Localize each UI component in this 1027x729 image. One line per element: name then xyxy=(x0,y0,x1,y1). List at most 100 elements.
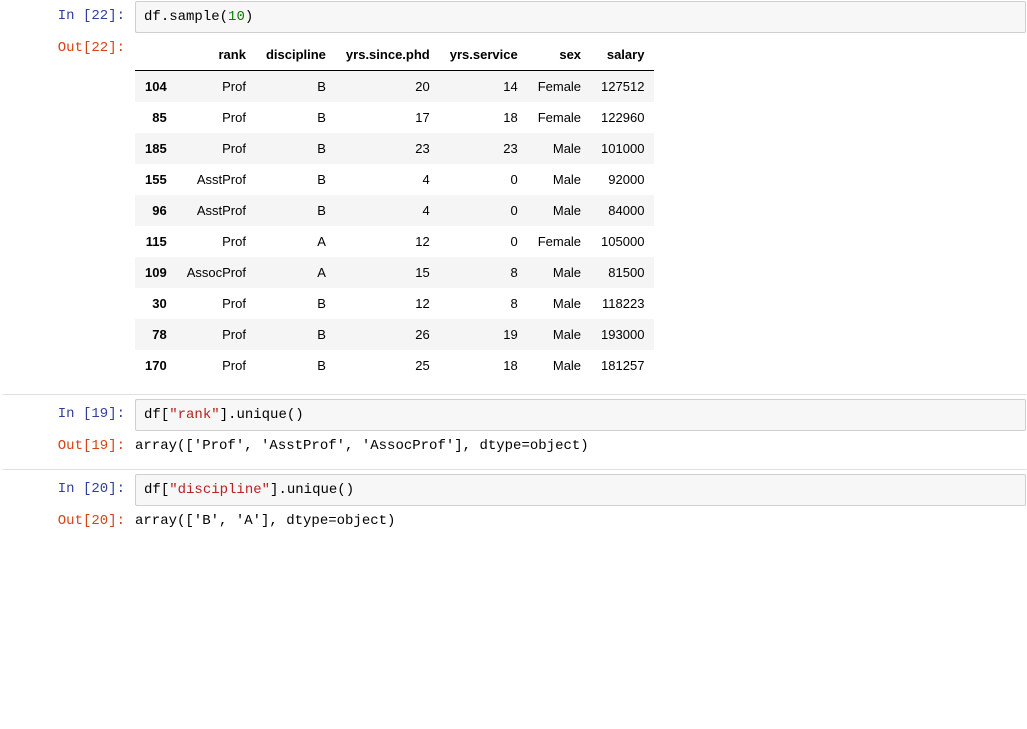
table-cell: 0 xyxy=(440,195,528,226)
table-cell: 18 xyxy=(440,102,528,133)
table-cell: Female xyxy=(528,226,591,257)
table-row: 78ProfB2619Male193000 xyxy=(135,319,654,350)
table-cell: A xyxy=(256,226,336,257)
code-token: df xyxy=(144,407,161,423)
row-index: 155 xyxy=(135,164,177,195)
row-index: 109 xyxy=(135,257,177,288)
row-index: 104 xyxy=(135,71,177,103)
column-header: yrs.service xyxy=(440,39,528,71)
code-token: ( xyxy=(220,9,228,25)
row-index: 30 xyxy=(135,288,177,319)
input-row: In [19]: df["rank"].unique() xyxy=(5,399,1026,431)
table-cell: 81500 xyxy=(591,257,654,288)
row-index: 96 xyxy=(135,195,177,226)
table-cell: Prof xyxy=(177,133,256,164)
code-token: [ xyxy=(161,407,169,423)
notebook-cell: In [19]: df["rank"].unique() Out[19]: ar… xyxy=(0,394,1027,462)
table-cell: Prof xyxy=(177,71,256,103)
table-cell: 8 xyxy=(440,257,528,288)
table-cell: B xyxy=(256,71,336,103)
table-row: 115ProfA120Female105000 xyxy=(135,226,654,257)
table-cell: Male xyxy=(528,133,591,164)
table-cell: B xyxy=(256,102,336,133)
table-cell: 4 xyxy=(336,164,440,195)
table-row: 104ProfB2014Female127512 xyxy=(135,71,654,103)
table-cell: AssocProf xyxy=(177,257,256,288)
table-row: 96AsstProfB40Male84000 xyxy=(135,195,654,226)
input-row: In [22]: df.sample(10) xyxy=(5,1,1026,33)
table-cell: 122960 xyxy=(591,102,654,133)
table-cell: 84000 xyxy=(591,195,654,226)
code-input[interactable]: df.sample(10) xyxy=(135,1,1026,33)
table-cell: Male xyxy=(528,350,591,381)
table-row: 30ProfB128Male118223 xyxy=(135,288,654,319)
row-index: 170 xyxy=(135,350,177,381)
code-token: unique xyxy=(236,407,286,423)
table-corner xyxy=(135,39,177,71)
table-cell: 14 xyxy=(440,71,528,103)
text-output: array(['B', 'A'], dtype=object) xyxy=(135,506,1026,536)
code-token: ] xyxy=(220,407,228,423)
table-cell: Male xyxy=(528,288,591,319)
code-token: df xyxy=(144,9,161,25)
table-cell: 15 xyxy=(336,257,440,288)
table-cell: 23 xyxy=(440,133,528,164)
table-cell: B xyxy=(256,164,336,195)
column-header: yrs.since.phd xyxy=(336,39,440,71)
code-token: ) xyxy=(245,9,253,25)
code-token: . xyxy=(161,9,169,25)
table-cell: 181257 xyxy=(591,350,654,381)
table-row: 109AssocProfA158Male81500 xyxy=(135,257,654,288)
code-token: sample xyxy=(169,9,219,25)
table-cell: Male xyxy=(528,195,591,226)
table-cell: 12 xyxy=(336,226,440,257)
column-header: salary xyxy=(591,39,654,71)
table-cell: 8 xyxy=(440,288,528,319)
table-cell: B xyxy=(256,195,336,226)
code-input[interactable]: df["rank"].unique() xyxy=(135,399,1026,431)
table-cell: 12 xyxy=(336,288,440,319)
table-cell: Prof xyxy=(177,226,256,257)
notebook-cell: In [20]: df["discipline"].unique() Out[2… xyxy=(0,469,1027,537)
column-header: sex xyxy=(528,39,591,71)
table-cell: 127512 xyxy=(591,71,654,103)
table-cell: 105000 xyxy=(591,226,654,257)
row-index: 85 xyxy=(135,102,177,133)
table-header-row: rank discipline yrs.since.phd yrs.servic… xyxy=(135,39,654,71)
table-cell: 19 xyxy=(440,319,528,350)
table-cell: AsstProf xyxy=(177,164,256,195)
table-cell: 4 xyxy=(336,195,440,226)
text-output: array(['Prof', 'AsstProf', 'AssocProf'],… xyxy=(135,431,1026,461)
table-row: 185ProfB2323Male101000 xyxy=(135,133,654,164)
table-cell: 17 xyxy=(336,102,440,133)
table-cell: B xyxy=(256,350,336,381)
table-cell: A xyxy=(256,257,336,288)
input-prompt: In [19]: xyxy=(5,399,135,429)
output-prompt: Out[20]: xyxy=(5,506,135,536)
output-prompt: Out[19]: xyxy=(5,431,135,461)
table-cell: B xyxy=(256,319,336,350)
table-cell: Male xyxy=(528,319,591,350)
table-cell: Male xyxy=(528,257,591,288)
output-row: Out[22]: rank discipline yrs.since.phd y… xyxy=(5,33,1026,387)
table-cell: Prof xyxy=(177,102,256,133)
column-header: rank xyxy=(177,39,256,71)
code-input[interactable]: df["discipline"].unique() xyxy=(135,474,1026,506)
output-row: Out[20]: array(['B', 'A'], dtype=object) xyxy=(5,506,1026,536)
output-prompt: Out[22]: xyxy=(5,33,135,63)
table-cell: Prof xyxy=(177,288,256,319)
row-index: 115 xyxy=(135,226,177,257)
output-row: Out[19]: array(['Prof', 'AsstProf', 'Ass… xyxy=(5,431,1026,461)
table-cell: 101000 xyxy=(591,133,654,164)
input-prompt: In [20]: xyxy=(5,474,135,504)
code-token: ( xyxy=(337,482,345,498)
table-row: 170ProfB2518Male181257 xyxy=(135,350,654,381)
table-cell: AsstProf xyxy=(177,195,256,226)
table-cell: 20 xyxy=(336,71,440,103)
column-header: discipline xyxy=(256,39,336,71)
table-cell: Female xyxy=(528,102,591,133)
code-token: unique xyxy=(287,482,337,498)
dataframe-output: rank discipline yrs.since.phd yrs.servic… xyxy=(135,33,1026,387)
code-token: ) xyxy=(295,407,303,423)
dataframe-table: rank discipline yrs.since.phd yrs.servic… xyxy=(135,39,654,381)
